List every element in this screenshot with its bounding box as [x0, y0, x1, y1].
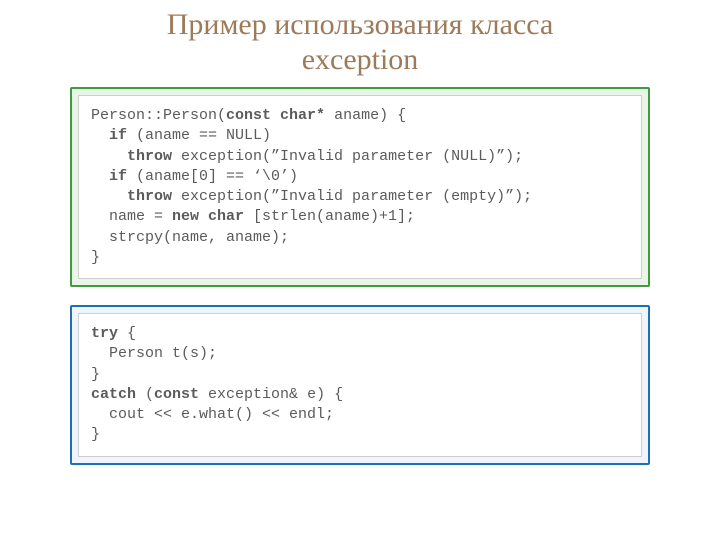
- code-text: (aname == NULL): [127, 127, 271, 144]
- code-text: exception(”Invalid parameter (NULL)”);: [172, 148, 523, 165]
- code-text: name =: [91, 208, 172, 225]
- code-text: }: [91, 249, 100, 266]
- keyword: throw: [127, 148, 172, 165]
- code-text: (aname[0] == ‘\0’): [127, 168, 298, 185]
- code-text: strcpy(name, aname);: [91, 229, 289, 246]
- code-text: (: [136, 386, 154, 403]
- title-line-2: exception: [302, 43, 419, 76]
- code-text: }: [91, 426, 100, 443]
- code-text: [91, 188, 127, 205]
- keyword: new char: [172, 208, 244, 225]
- code-text: [91, 127, 109, 144]
- keyword: throw: [127, 188, 172, 205]
- code-block-1: Person::Person(const char* aname) { if (…: [78, 95, 642, 279]
- code-text: cout << e.what() << endl;: [91, 406, 334, 423]
- code-text: [91, 148, 127, 165]
- code-text: exception(”Invalid parameter (empty)”);: [172, 188, 532, 205]
- code-text: Person t(s);: [91, 345, 217, 362]
- keyword: const: [154, 386, 199, 403]
- code-block-1-outer: Person::Person(const char* aname) { if (…: [70, 87, 650, 287]
- code-text: {: [118, 325, 136, 342]
- code-text: [strlen(aname)+1];: [244, 208, 415, 225]
- code-text: }: [91, 366, 100, 383]
- code-block-2-outer: try { Person t(s); } catch (const except…: [70, 305, 650, 465]
- keyword: if: [109, 168, 127, 185]
- code-text: exception& e) {: [199, 386, 343, 403]
- keyword: if: [109, 127, 127, 144]
- title-line-1: Пример использования класса: [167, 8, 554, 41]
- keyword: catch: [91, 386, 136, 403]
- slide-title: Пример использования класса exception: [0, 0, 720, 83]
- code-text: Person::Person(: [91, 107, 226, 124]
- code-block-2: try { Person t(s); } catch (const except…: [78, 313, 642, 457]
- code-text: [91, 168, 109, 185]
- slide: { "title_line1": "Пример использования к…: [0, 0, 720, 540]
- keyword: const char*: [226, 107, 325, 124]
- keyword: try: [91, 325, 118, 342]
- code-text: aname) {: [325, 107, 406, 124]
